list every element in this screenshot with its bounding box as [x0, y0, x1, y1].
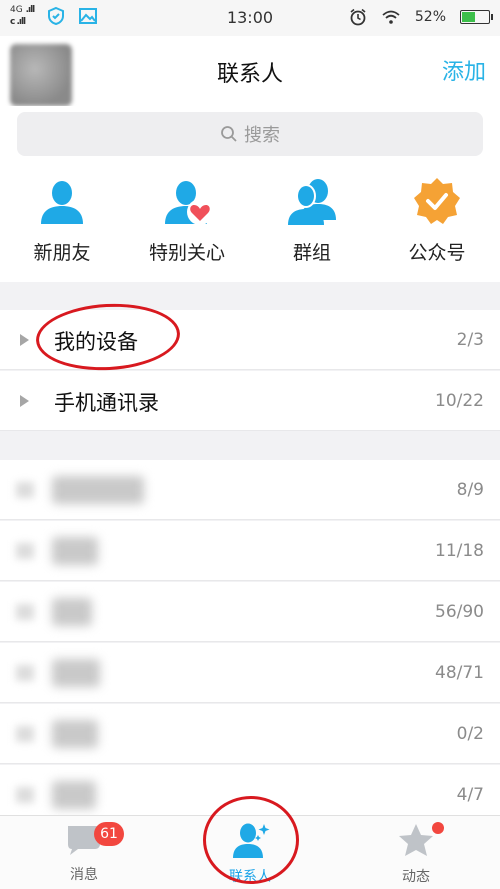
blurred-group-name — [52, 781, 96, 809]
quick-entry-official-accounts[interactable]: 公众号 — [377, 176, 497, 265]
new-feed-dot — [432, 822, 444, 834]
expand-arrow-icon — [16, 726, 34, 742]
quick-entry-label: 公众号 — [408, 242, 466, 264]
header: 联系人 添加 — [0, 36, 500, 106]
group-name: 手机通讯录 — [54, 391, 159, 415]
blurred-group-name — [52, 476, 144, 504]
friend-group-row[interactable]: 48/71 — [0, 643, 500, 703]
section-divider — [0, 432, 500, 460]
tab-label: 消息 — [70, 867, 98, 883]
tab-label: 动态 — [402, 869, 430, 885]
search-container: 搜索 — [0, 106, 500, 166]
expand-arrow-icon — [16, 665, 34, 681]
alarm-icon — [350, 8, 366, 26]
section-divider — [0, 282, 500, 310]
group-row-phone-contacts[interactable]: 手机通讯录 10/22 — [0, 371, 500, 431]
expand-arrow-icon — [16, 543, 34, 559]
annotation-circle-contacts-tab — [203, 796, 299, 884]
quick-entry-groups[interactable]: 群组 — [252, 176, 372, 265]
battery-fill — [462, 12, 475, 22]
quick-entry-label: 特别关心 — [148, 242, 225, 264]
group-count: 8/9 — [456, 480, 484, 500]
group-icon — [288, 179, 336, 225]
tab-feeds[interactable]: 动态 — [356, 822, 476, 886]
group-count: 56/90 — [435, 602, 484, 622]
group-count: 4/7 — [456, 785, 484, 805]
quick-entry-label: 群组 — [292, 242, 331, 264]
search-input[interactable]: 搜索 — [17, 112, 483, 156]
expand-arrow-icon — [16, 787, 34, 803]
page-title: 联系人 — [216, 62, 283, 87]
group-count: 48/71 — [435, 663, 484, 683]
verified-badge-icon — [414, 178, 460, 224]
group-count: 2/3 — [456, 330, 484, 350]
wifi-icon — [382, 10, 400, 24]
friend-group-row[interactable]: 0/2 — [0, 704, 500, 764]
star-icon — [399, 824, 433, 856]
friend-group-row[interactable]: 56/90 — [0, 582, 500, 642]
person-heart-icon — [165, 181, 213, 225]
expand-arrow-icon — [16, 604, 34, 620]
person-icon — [41, 181, 83, 224]
quick-entries: 新朋友 特别关心 群组 公众号 — [0, 166, 500, 282]
search-icon — [221, 126, 237, 142]
battery-icon — [460, 10, 493, 24]
unread-badge: 61 — [94, 822, 124, 846]
group-count: 11/18 — [435, 541, 484, 561]
expand-arrow-icon — [16, 482, 34, 498]
add-button[interactable]: 添加 — [442, 54, 486, 86]
tab-messages[interactable]: 61 消息 — [24, 822, 144, 884]
quick-entry-special-care[interactable]: 特别关心 — [127, 176, 247, 265]
status-bar: 4G .ıll ᴄ .ıll 13:00 52% — [0, 0, 500, 36]
expand-arrow-icon — [20, 334, 29, 346]
blurred-group-name — [52, 537, 98, 565]
battery-percent: 52% — [414, 9, 446, 25]
quick-entry-label: 新朋友 — [33, 242, 91, 264]
group-count: 0/2 — [456, 724, 484, 744]
group-count: 10/22 — [435, 391, 484, 411]
status-right: 52% — [349, 8, 493, 26]
friend-group-row[interactable]: 11/18 — [0, 521, 500, 581]
quick-entry-new-friends[interactable]: 新朋友 — [2, 176, 122, 265]
blurred-group-name — [52, 659, 100, 687]
friend-group-row[interactable]: 8/9 — [0, 460, 500, 520]
search-placeholder: 搜索 — [244, 125, 280, 146]
expand-arrow-icon — [20, 395, 29, 407]
blurred-group-name — [52, 598, 92, 626]
blurred-group-name — [52, 720, 98, 748]
